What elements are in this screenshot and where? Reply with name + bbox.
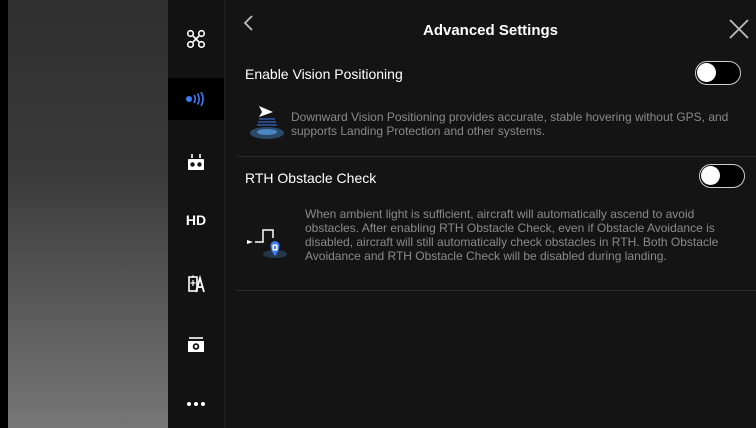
divider: [237, 290, 756, 291]
sidebar-item-camera[interactable]: [168, 324, 224, 366]
vision-positioning-description: Downward Vision Positioning provides acc…: [291, 110, 729, 138]
advanced-settings-panel: Advanced Settings Enable Vision Position…: [225, 0, 756, 428]
page-title: Advanced Settings: [422, 22, 559, 39]
frame-edge: [0, 0, 8, 428]
vision-positioning-label: Enable Vision Positioning: [245, 66, 403, 82]
toggle-knob: [697, 63, 716, 82]
hd-icon: HD: [185, 212, 207, 228]
sidebar-item-battery[interactable]: [168, 263, 224, 305]
toggle-knob: [701, 166, 720, 185]
sidebar-item-signal[interactable]: [168, 78, 224, 120]
close-button[interactable]: [728, 18, 750, 40]
sidebar-item-aircraft[interactable]: [168, 18, 224, 60]
close-icon: [729, 19, 749, 39]
settings-sidebar: HD: [168, 0, 225, 428]
vision-positioning-illustration-icon: [250, 106, 284, 139]
battery-icon: [188, 275, 205, 293]
sidebar-item-remote-controller[interactable]: [168, 141, 224, 183]
rth-obstacle-check-toggle[interactable]: [699, 164, 745, 188]
rth-obstacle-check-label: RTH Obstacle Check: [245, 170, 377, 186]
background-camera-view: [0, 0, 168, 428]
panel-header: Advanced Settings: [225, 0, 756, 48]
aircraft-icon: [186, 29, 206, 49]
divider: [237, 156, 756, 157]
vision-positioning-toggle[interactable]: [695, 61, 741, 85]
camera-icon: [188, 337, 204, 352]
remote-controller-icon: [188, 154, 204, 170]
rth-obstacle-check-illustration-icon: [247, 229, 287, 258]
rth-obstacle-check-description: When ambient light is sufficient, aircra…: [305, 207, 719, 263]
signal-icon: [186, 92, 204, 106]
more-icon: [187, 402, 205, 406]
sidebar-item-hd[interactable]: HD: [168, 199, 224, 241]
sidebar-item-more[interactable]: [168, 383, 224, 425]
